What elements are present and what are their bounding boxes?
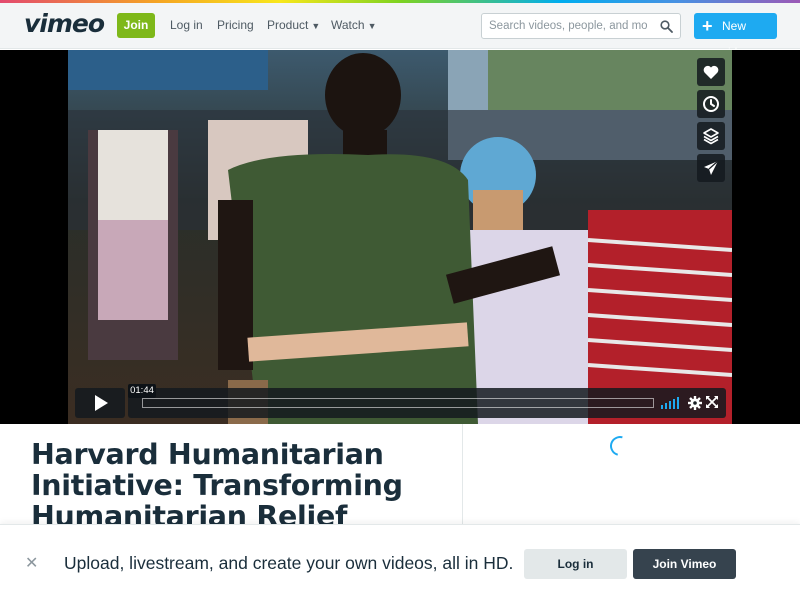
plus-icon: + xyxy=(702,16,713,36)
product-menu[interactable]: Product ▼ xyxy=(267,13,320,38)
control-bar xyxy=(128,388,726,418)
send-icon xyxy=(704,160,719,175)
banner-join-button[interactable]: Join Vimeo xyxy=(633,549,736,579)
chevron-down-icon: ▼ xyxy=(311,21,321,31)
login-link[interactable]: Log in xyxy=(170,13,203,38)
video-thumbnail xyxy=(68,50,732,424)
pricing-link[interactable]: Pricing xyxy=(217,13,254,38)
chevron-down-icon: ▼ xyxy=(367,21,377,31)
new-video-button[interactable]: + New video xyxy=(694,13,777,59)
watch-menu[interactable]: Watch ▼ xyxy=(331,13,376,38)
banner-text: Upload, livestream, and create your own … xyxy=(64,553,514,573)
loading-spinner-icon xyxy=(606,432,634,460)
search-input[interactable] xyxy=(482,14,647,38)
video-player[interactable]: 01:44 xyxy=(0,50,800,424)
timecode-tooltip: 01:44 xyxy=(128,384,156,398)
collections-button[interactable] xyxy=(697,122,725,150)
play-button[interactable] xyxy=(75,388,125,418)
banner-login-button[interactable]: Log in xyxy=(524,549,627,579)
signup-banner: ✕ Upload, livestream, and create your ow… xyxy=(0,524,800,600)
product-menu-label: Product xyxy=(267,18,309,32)
video-info: Harvard Humanitarian Initiative: Transfo… xyxy=(0,424,463,563)
like-button[interactable] xyxy=(697,58,725,86)
player-controls xyxy=(75,388,726,418)
watch-menu-label: Watch xyxy=(331,18,365,32)
fullscreen-icon[interactable] xyxy=(706,396,718,408)
play-icon xyxy=(95,395,108,411)
vimeo-logo[interactable]: vimeo xyxy=(24,9,105,38)
volume-icon[interactable] xyxy=(661,397,679,409)
join-button[interactable]: Join xyxy=(117,13,155,38)
watch-later-button[interactable] xyxy=(697,90,725,118)
search-icon[interactable] xyxy=(660,20,673,33)
search-box xyxy=(481,13,681,39)
heart-icon xyxy=(703,65,719,79)
gear-icon[interactable] xyxy=(688,396,702,410)
progress-bar[interactable] xyxy=(142,398,654,408)
layers-icon xyxy=(703,128,719,145)
top-navbar: vimeo Join Log in Pricing Product ▼ Watch… xyxy=(0,3,800,59)
close-icon[interactable]: ✕ xyxy=(25,556,38,572)
share-button[interactable] xyxy=(697,154,725,182)
clock-icon xyxy=(703,96,719,112)
